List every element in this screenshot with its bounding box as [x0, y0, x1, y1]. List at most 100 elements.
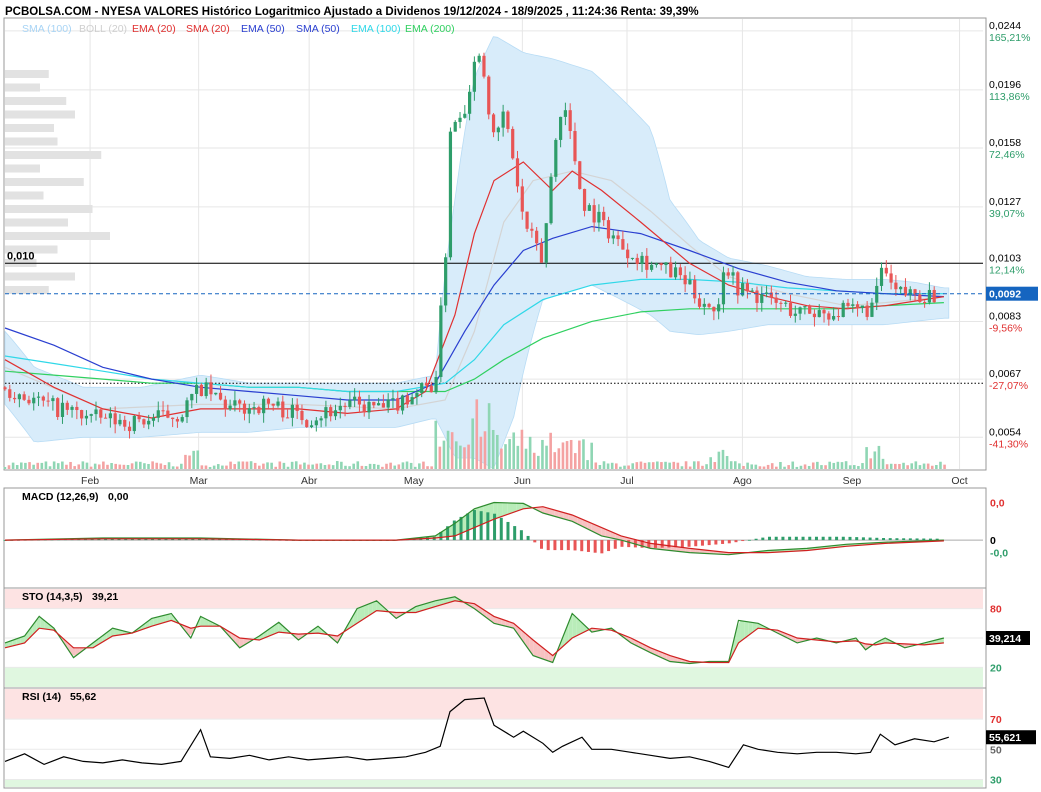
legend-sma50: SMA (50): [296, 23, 340, 35]
volume-bar: [344, 465, 347, 469]
volume-profile-bar: [5, 151, 102, 159]
volume-profile-bar: [5, 164, 40, 173]
macd-histogram-bar: [694, 540, 698, 547]
volume-profile-bar: [5, 97, 67, 105]
volume-bar: [684, 461, 688, 469]
volume-bar: [894, 463, 897, 469]
macd-histogram-bar: [821, 536, 825, 541]
macd-histogram-bar: [560, 540, 564, 551]
macd-histogram-bar: [727, 540, 731, 544]
volume-bar: [126, 465, 130, 469]
candle-body: [688, 279, 692, 285]
candle-body: [3, 387, 7, 390]
volume-bar: [7, 465, 11, 469]
candle-body: [808, 306, 812, 314]
macd-y-tick: 0,0: [990, 498, 1005, 510]
candle-body: [875, 285, 879, 303]
candle-body: [233, 400, 237, 406]
volume-bar: [582, 439, 585, 469]
candle-body: [357, 396, 362, 405]
macd-histogram-bar: [566, 540, 570, 551]
macd-histogram-bar: [573, 540, 577, 551]
candle-body: [444, 257, 448, 306]
macd-histogram-bar: [861, 537, 865, 541]
volume-bar: [631, 463, 635, 469]
x-month-label: Sep: [843, 475, 862, 487]
rsi-oversold-zone: [5, 779, 983, 787]
volume-bar: [122, 464, 126, 469]
candle-body: [894, 282, 898, 290]
candle-body: [281, 401, 285, 418]
volume-bar: [857, 466, 860, 469]
volume-profile-bar: [5, 137, 58, 146]
volume-profile-bar: [5, 191, 44, 200]
candle-body: [132, 415, 136, 432]
volume-bar: [85, 462, 89, 469]
legend-sma20: SMA (20): [186, 23, 230, 35]
volume-bar: [389, 462, 392, 469]
volume-bar: [413, 466, 417, 469]
volume-bar: [873, 451, 877, 469]
x-month-label: Jun: [514, 475, 531, 487]
volume-bar: [828, 461, 831, 469]
volume-bar: [28, 462, 31, 469]
volume-bar: [40, 462, 44, 469]
volume-bar: [463, 447, 466, 469]
candle-body: [515, 158, 520, 187]
candle-body: [147, 420, 151, 425]
volume-bar: [816, 461, 819, 469]
volume-bar: [545, 445, 548, 469]
volume-bar: [114, 463, 117, 469]
candle-body: [305, 420, 309, 428]
volume-bar: [926, 463, 930, 469]
volume-bar: [253, 462, 257, 469]
volume-bar: [139, 461, 142, 469]
volume-bar: [171, 466, 175, 469]
macd-histogram-bar: [700, 540, 704, 546]
volume-profile-bar: [5, 205, 93, 213]
candle-body: [755, 290, 759, 303]
candle-body: [333, 410, 338, 417]
x-month-label: Feb: [81, 475, 99, 487]
candle-body: [923, 301, 927, 303]
candle-body: [151, 417, 156, 421]
volume-bar: [553, 452, 557, 469]
candle-body: [257, 407, 261, 414]
volume-bar: [348, 466, 351, 469]
volume-bar: [738, 463, 741, 469]
volume-bar: [869, 458, 873, 469]
legend-sma100: SMA (100): [22, 23, 72, 35]
macd-histogram-bar: [875, 537, 879, 541]
candle-body: [812, 313, 817, 318]
candle-body: [879, 267, 884, 286]
volume-bar: [11, 462, 15, 469]
candle-body: [266, 398, 271, 404]
volume-bar: [528, 436, 532, 469]
volume-bar: [446, 430, 450, 469]
candle-body: [597, 211, 601, 223]
candle-body: [669, 262, 673, 278]
volume-bar: [467, 444, 470, 469]
volume-bar: [762, 466, 766, 469]
volume-bar: [204, 465, 208, 469]
volume-bar: [811, 462, 815, 469]
volume-bar: [422, 461, 425, 469]
volume-bar: [647, 462, 651, 469]
candle-body: [568, 110, 572, 132]
y-tick-label: 0,0067: [989, 368, 1021, 380]
macd-histogram-bar: [794, 536, 798, 541]
candle-body: [70, 406, 74, 410]
candle-body: [400, 395, 405, 411]
volume-bar: [303, 462, 306, 469]
candle-body: [798, 307, 802, 314]
volume-bar: [93, 463, 97, 469]
candle-body: [156, 410, 160, 418]
volume-profile-bar: [5, 178, 84, 186]
candle-body: [223, 399, 227, 410]
candle-body: [760, 294, 764, 303]
legend-ema20: EMA (20): [132, 23, 176, 35]
candle-body: [271, 403, 275, 406]
macd-histogram-bar: [908, 538, 912, 541]
volume-bar: [512, 432, 516, 469]
volume-bar: [705, 464, 708, 469]
